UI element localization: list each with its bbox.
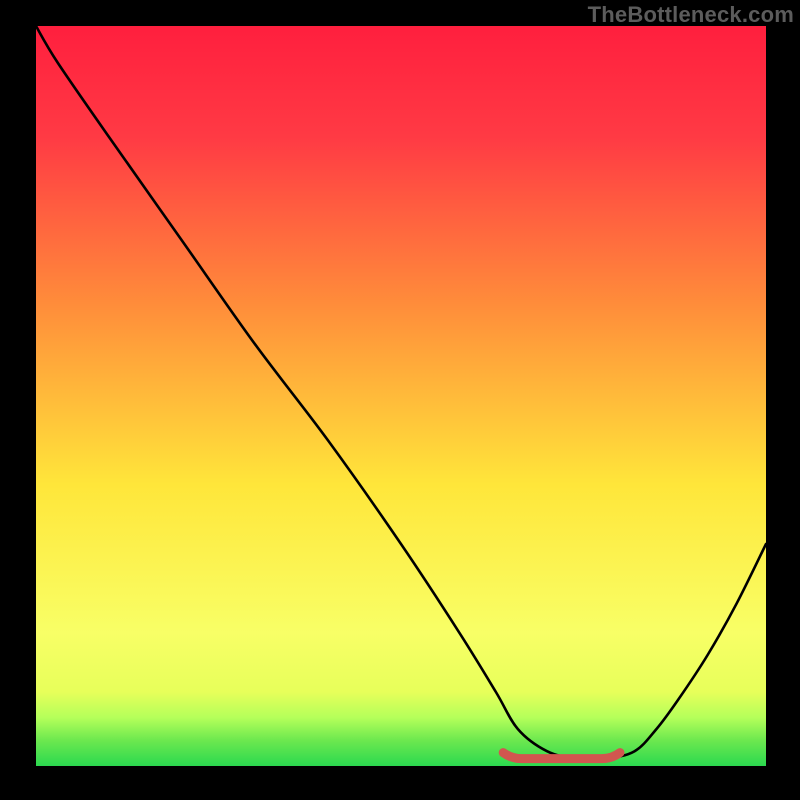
gradient-background	[36, 26, 766, 766]
chart-container: TheBottleneck.com	[0, 0, 800, 800]
bottleneck-chart	[36, 26, 766, 766]
watermark-text: TheBottleneck.com	[588, 2, 794, 28]
